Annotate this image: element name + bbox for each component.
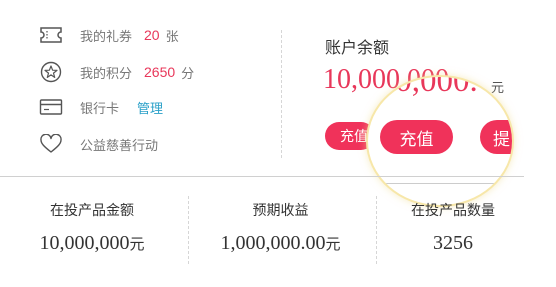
vertical-divider (281, 30, 282, 158)
bank-card-row: 银行卡 管理 (38, 94, 163, 120)
magnified-divider (368, 183, 512, 184)
expected-income-stat: 预期收益 1,000,000.00元 (203, 200, 358, 255)
points-row[interactable]: 我的积分 2650 分 (38, 59, 194, 85)
bank-card-label: 银行卡 (80, 101, 120, 117)
stat-divider (376, 196, 377, 264)
points-label: 我的积分 (80, 66, 133, 82)
magnified-balance-amount: 10,000,000. (368, 75, 478, 99)
my-assets-panel: 我的礼券 20 张 我的积分 2650 分 银行卡 管理 公益慈善行动 (0, 0, 280, 170)
star-badge-icon (38, 61, 64, 83)
coupon-unit: 张 (165, 29, 179, 45)
stat-divider (188, 196, 189, 264)
invested-count-value: 3256 (433, 232, 473, 254)
coupon-row[interactable]: 我的礼券 20 张 (38, 22, 179, 48)
magnified-recharge-button[interactable]: 充值 (380, 120, 453, 154)
ticket-icon (38, 24, 64, 46)
invested-amount-stat: 在投产品金额 10,000,000元 (22, 200, 162, 255)
heart-outline-icon (38, 133, 64, 155)
magnified-withdraw-button[interactable]: 提 (480, 120, 512, 154)
charity-row[interactable]: 公益慈善行动 (38, 131, 158, 157)
points-count: 2650 (144, 64, 176, 80)
manage-bank-card-link[interactable]: 管理 (137, 98, 163, 117)
charity-label: 公益慈善行动 (80, 138, 159, 154)
horizontal-divider (0, 176, 524, 177)
coupon-count: 20 (144, 27, 160, 43)
invested-amount-label: 在投产品金额 (50, 203, 134, 219)
magnifier-lens: 10,000,000. 充值 提 (366, 75, 514, 207)
expected-income-label: 预期收益 (252, 203, 309, 219)
expected-income-value: 1,000,000.00元 (220, 232, 341, 254)
invested-count-stat: 在投产品数量 3256 (398, 200, 508, 255)
points-unit: 分 (181, 66, 195, 82)
balance-title: 账户余额 (325, 38, 390, 57)
invested-amount-value: 10,000,000元 (39, 232, 145, 254)
coupon-label: 我的礼券 (80, 29, 133, 45)
bank-card-icon (38, 96, 64, 118)
invested-count-label: 在投产品数量 (411, 203, 495, 219)
balance-unit: 元 (491, 81, 505, 96)
